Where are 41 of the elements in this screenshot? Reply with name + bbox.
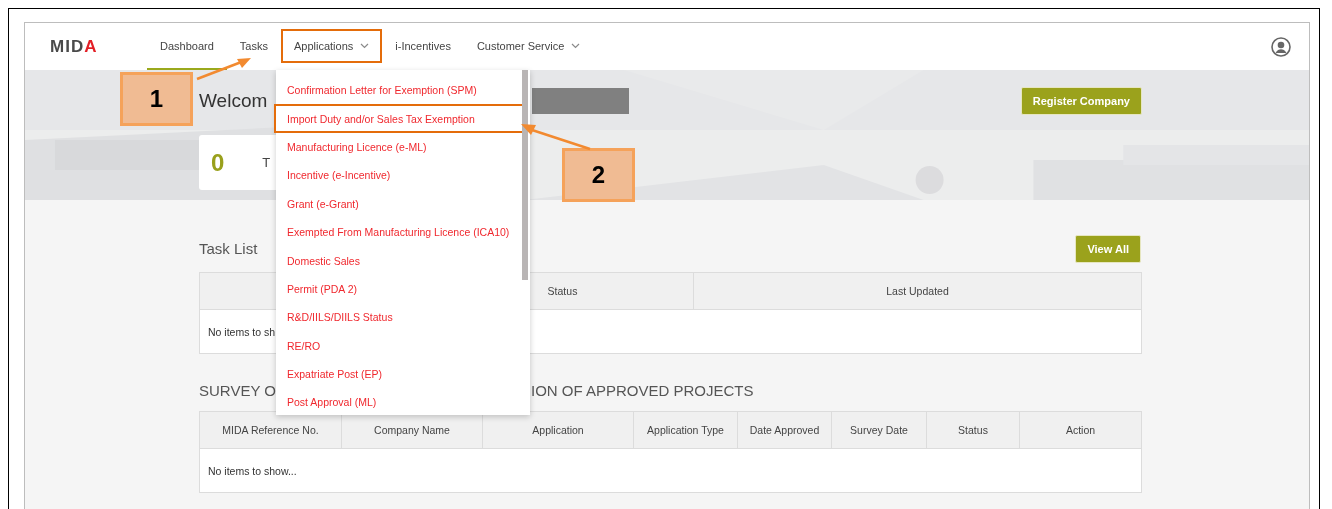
column-header: Last Updated bbox=[886, 285, 949, 297]
logo: MIDA bbox=[50, 36, 99, 57]
column-header: MIDA Reference No. bbox=[222, 424, 319, 436]
welcome-heading: Welcom bbox=[199, 90, 268, 112]
menu-item[interactable]: R&D/IILS/DIILS Status bbox=[276, 309, 393, 326]
stat-count: 0 bbox=[211, 148, 225, 177]
column-header: Status bbox=[958, 424, 988, 436]
section-title: SURVEY O bbox=[199, 382, 277, 396]
menu-item[interactable]: Exempted From Manufacturing Licence (ICA10) bbox=[276, 224, 510, 241]
column-header: Application Type bbox=[647, 424, 724, 436]
column-header: Application bbox=[532, 424, 584, 436]
callout-arrow bbox=[196, 58, 251, 81]
menu-item[interactable]: Confirmation Letter for Exemption (SPM) bbox=[276, 82, 477, 99]
menu-item[interactable]: Post Approval (ML) bbox=[276, 394, 377, 411]
column-header: Company Name bbox=[374, 424, 450, 436]
view-all-button[interactable]: View All bbox=[1075, 235, 1141, 263]
menu-item[interactable]: Domestic Sales bbox=[276, 252, 360, 269]
empty-message: No items to show... bbox=[208, 464, 297, 477]
user-avatar-icon[interactable] bbox=[1271, 36, 1291, 57]
menu-item[interactable]: RE/RO bbox=[276, 337, 321, 354]
stat-label: T bbox=[262, 155, 271, 170]
section-title: Task List bbox=[199, 240, 258, 257]
nav-link[interactable]: Tasks bbox=[226, 23, 281, 70]
menu-item[interactable]: Grant (e-Grant) bbox=[276, 195, 359, 212]
empty-message: No items to sh bbox=[208, 325, 276, 338]
section-title: ION OF APPROVED PROJECTS bbox=[531, 382, 754, 396]
menu-item[interactable]: Expatriate Post (EP) bbox=[276, 366, 383, 383]
column-header: Survey Date bbox=[850, 424, 908, 436]
menu-item[interactable]: Permit (PDA 2) bbox=[276, 280, 357, 297]
register-company-button[interactable]: Register Company bbox=[1020, 87, 1142, 115]
column-header: Status bbox=[547, 285, 578, 297]
column-header: Action bbox=[1065, 424, 1096, 436]
column-header: Date Approved bbox=[749, 424, 820, 436]
callout-label: 1 bbox=[120, 72, 193, 126]
callout-arrow bbox=[521, 124, 591, 151]
nav-link[interactable]: Customer Service bbox=[463, 23, 594, 70]
callout-label: 2 bbox=[562, 148, 635, 202]
nav-link[interactable]: i-Incentives bbox=[382, 23, 464, 70]
menu-item[interactable]: Incentive (e-Incentive) bbox=[276, 167, 391, 184]
menu-item[interactable]: Manufacturing Licence (e-ML) bbox=[276, 138, 427, 155]
scrollbar[interactable] bbox=[522, 70, 528, 280]
